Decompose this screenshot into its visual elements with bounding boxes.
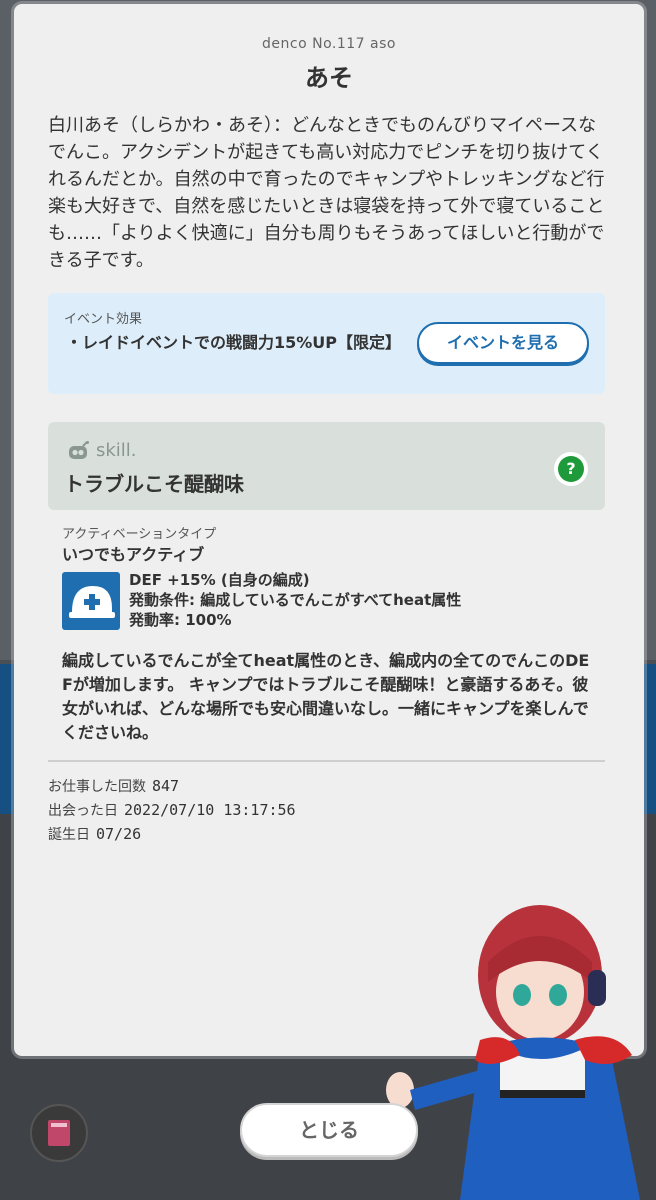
event-effect-title: イベント効果 <box>64 312 143 327</box>
close-button[interactable]: とじる <box>240 1103 418 1157</box>
skill-description: 編成しているでんこが全てheat属性のとき、編成内の全てのでんこのDEFが増加し… <box>62 651 590 742</box>
work-count-row: お仕事した回数 847 <box>48 776 179 796</box>
work-count-value: 847 <box>152 777 180 795</box>
skill-effect-rate: 発動率: 100% <box>129 611 232 629</box>
character-illustration <box>386 905 640 1200</box>
skill-name: トラブルこそ醍醐味 <box>64 472 244 496</box>
skill-effect-condition: 発動条件: 編成しているでんこがすべてheat属性 <box>129 591 462 609</box>
birthday-value: 07/26 <box>96 825 142 843</box>
skill-help-button[interactable]: ? <box>554 452 588 486</box>
skill-header: skill. トラブルこそ醍醐味 ? <box>48 422 605 510</box>
divider <box>48 760 605 762</box>
denco-description: 白川あそ（しらかわ・あそ）：どんなときでものんびりマイペースなでんこ。アクシデン… <box>48 115 605 271</box>
met-date-row: 出会った日 2022/07/10 13:17:56 <box>48 800 296 820</box>
denco-number: denco No.117 aso <box>262 36 396 52</box>
activation-type-value: いつでもアクティブ <box>62 545 205 564</box>
book-icon[interactable] <box>30 1104 88 1162</box>
work-count-label: お仕事した回数 <box>48 779 146 795</box>
birthday-label: 誕生日 <box>48 827 90 843</box>
activation-type-label: アクティベーションタイプ <box>62 527 217 542</box>
view-event-button[interactable]: イベントを見る <box>417 322 589 364</box>
birthday-row: 誕生日 07/26 <box>48 824 141 844</box>
question-icon: ? <box>558 456 584 482</box>
event-effect-text: ・レイドイベントでの戦闘力15%UP【限定】 <box>66 333 402 352</box>
skill-effect-main: DEF +15% (自身の編成) <box>129 571 310 589</box>
denco-name: あそ <box>305 64 353 92</box>
robot-face-icon <box>69 441 89 459</box>
event-effect-box: イベント効果 ・レイドイベントでの戦闘力15%UP【限定】 イベントを見る <box>48 293 605 394</box>
helmet-plus-icon <box>62 572 120 630</box>
met-date-label: 出会った日 <box>48 803 118 819</box>
met-date-value: 2022/07/10 13:17:56 <box>124 801 296 819</box>
skill-label: skill. <box>96 440 137 461</box>
skill-effect: DEF +15% (自身の編成) 発動条件: 編成しているでんこがすべてheat… <box>129 570 461 630</box>
denco-detail-modal: denco No.117 aso あそ 白川あそ（しらかわ・あそ）：どんなときで… <box>14 4 644 1056</box>
